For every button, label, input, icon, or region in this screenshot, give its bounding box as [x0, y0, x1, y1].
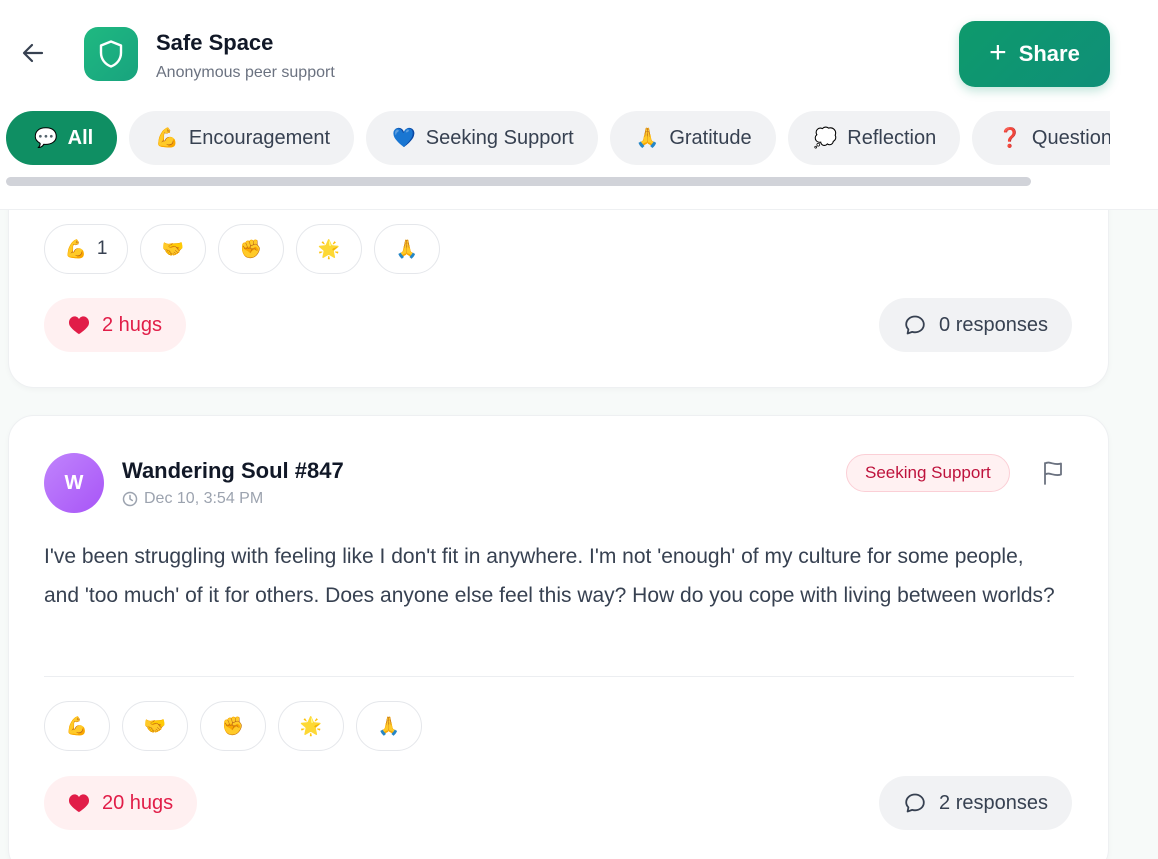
folded-hands-icon: 🙏: [635, 128, 660, 149]
reaction-solidarity[interactable]: 🤝: [140, 224, 206, 274]
reaction-count: 1: [96, 238, 108, 259]
app-logo: [84, 27, 138, 81]
tab-gratitude[interactable]: 🙏 Gratitude: [609, 111, 776, 165]
back-button[interactable]: [16, 36, 50, 70]
reaction-bar: 💪 1 🤝 ✊ 🌟 🙏: [44, 224, 440, 274]
reaction-solidarity[interactable]: 🤝: [122, 701, 188, 751]
horizontal-scrollbar[interactable]: [6, 177, 1031, 186]
thought-bubble-icon: 💭: [813, 128, 838, 149]
shield-icon: [99, 40, 123, 68]
post-author: Wandering Soul #847: [122, 458, 344, 483]
tab-label: Seeking Support: [425, 126, 574, 149]
post-timestamp: Dec 10, 3:54 PM: [122, 490, 263, 508]
tab-label: Encouragement: [188, 126, 331, 149]
reaction-thanks[interactable]: 🙏: [374, 224, 440, 274]
post-card: W Wandering Soul #847 Dec 10, 3:54 PM Se…: [8, 415, 1109, 859]
hug-count: 20 hugs: [102, 791, 174, 814]
speech-bubble-icon: 💬: [34, 128, 58, 149]
folded-hands-icon: 🙏: [377, 715, 401, 736]
reaction-bar: 💪 🤝 ✊ 🌟 🙏: [44, 701, 422, 751]
post-time-text: Dec 10, 3:54 PM: [144, 490, 264, 507]
category-filter-bar: 💬 All 💪 Encouragement 💙 Seeking Support …: [6, 111, 1110, 167]
reaction-strength[interactable]: 💪: [44, 701, 110, 751]
reaction-hope[interactable]: 🌟: [278, 701, 344, 751]
tab-label: Questions: [1031, 126, 1110, 149]
hug-button[interactable]: 20 hugs: [44, 776, 198, 830]
reaction-thanks[interactable]: 🙏: [356, 701, 422, 751]
flexed-biceps-icon: 💪: [65, 715, 89, 736]
flexed-biceps-icon: 💪: [155, 128, 179, 149]
blue-heart-icon: 💙: [392, 128, 416, 149]
reaction-hope[interactable]: 🌟: [296, 224, 362, 274]
raised-fist-icon: ✊: [221, 715, 245, 736]
tab-questions[interactable]: ❓ Questions: [972, 111, 1110, 165]
question-mark-icon: ❓: [998, 128, 1022, 149]
category-badge: Seeking Support: [846, 454, 1010, 492]
tab-encouragement[interactable]: 💪 Encouragement: [129, 111, 355, 165]
hug-button[interactable]: 2 hugs: [44, 298, 187, 352]
clock-icon: [122, 491, 138, 507]
raised-fist-icon: ✊: [239, 238, 263, 259]
share-button[interactable]: + Share: [959, 21, 1110, 87]
app-header: Safe Space Anonymous peer support + Shar…: [0, 0, 1158, 210]
handshake-icon: 🤝: [143, 715, 167, 736]
sun-icon: 🌟: [317, 238, 341, 259]
heart-icon: [68, 316, 90, 335]
responses-button[interactable]: 0 responses: [879, 298, 1072, 352]
handshake-icon: 🤝: [161, 238, 185, 259]
responses-count: 0 responses: [939, 313, 1048, 336]
divider: [44, 676, 1074, 677]
tab-label: Gratitude: [669, 126, 752, 149]
sun-icon: 🌟: [299, 715, 323, 736]
heart-icon: [68, 794, 90, 813]
reaction-power[interactable]: ✊: [200, 701, 266, 751]
share-label: Share: [1018, 41, 1080, 66]
plus-icon: +: [989, 35, 1007, 69]
reaction-strength[interactable]: 💪 1: [44, 224, 128, 274]
folded-hands-icon: 🙏: [395, 238, 419, 259]
comment-icon: [905, 315, 925, 335]
flag-icon[interactable]: [1041, 460, 1065, 486]
reaction-power[interactable]: ✊: [218, 224, 284, 274]
tab-seeking-support[interactable]: 💙 Seeking Support: [366, 111, 598, 165]
flexed-biceps-icon: 💪: [64, 238, 87, 259]
comment-icon: [905, 793, 925, 813]
tab-label: Reflection: [847, 126, 937, 149]
tab-reflection[interactable]: 💭 Reflection: [787, 111, 961, 165]
tab-all[interactable]: 💬 All: [6, 111, 118, 165]
post-card: 💪 1 🤝 ✊ 🌟 🙏 2 hugs 0 responses: [8, 180, 1109, 388]
page-title: Safe Space: [156, 30, 274, 55]
avatar: W: [44, 453, 104, 513]
hug-count: 2 hugs: [102, 313, 163, 336]
responses-button[interactable]: 2 responses: [879, 776, 1072, 830]
arrow-left-icon: [22, 43, 44, 63]
responses-count: 2 responses: [939, 791, 1048, 814]
post-body: I've been struggling with feeling like I…: [44, 545, 1055, 607]
page-subtitle: Anonymous peer support: [156, 64, 335, 81]
tab-label: All: [67, 126, 94, 149]
